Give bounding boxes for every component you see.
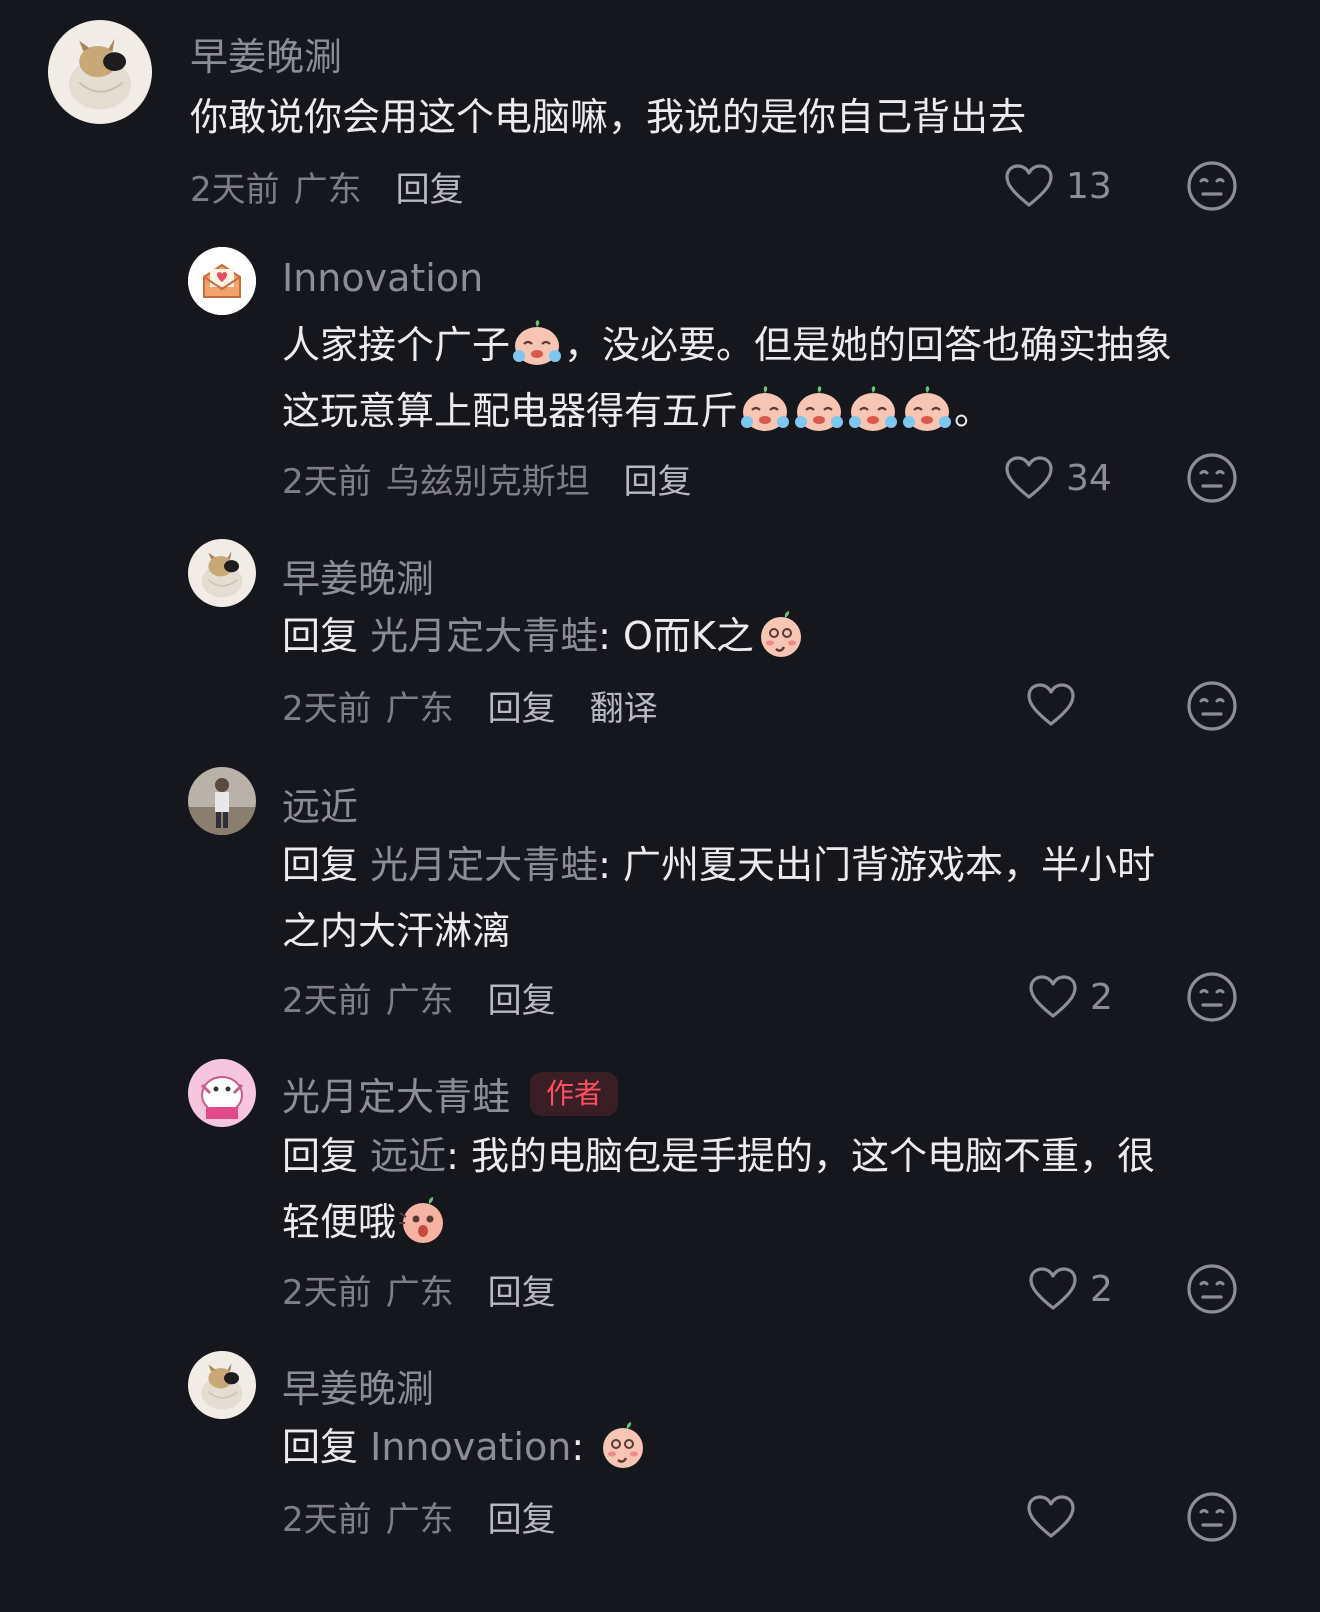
heart-icon <box>1028 1266 1078 1312</box>
shy-emoji-icon <box>596 1420 650 1470</box>
heart-icon <box>1026 682 1076 728</box>
comment-text: 你敢说你会用这个电脑嘛，我说的是你自己背出去 <box>190 84 1026 150</box>
comment-meta: 2天前 广东 回复 <box>282 973 556 1022</box>
comment-meta: 2天前 广东 回复 翻译 <box>282 681 658 730</box>
comment-text: 回复 光月定大青蛙: 广州夏天出门背游戏本，半小时 之内大汗淋漓 <box>282 832 1155 964</box>
comment-meta: 2天前 乌兹别克斯坦 回复 <box>282 454 692 503</box>
shocked-emoji-icon <box>396 1195 450 1245</box>
cartoon-avatar-icon <box>188 1059 256 1127</box>
dislike-button[interactable] <box>1186 680 1238 732</box>
comment-text-line: 轻便哦 <box>282 1189 1155 1255</box>
dislike-button[interactable] <box>1186 452 1238 504</box>
comment-text-line: 人家接个广子 ，没必要。但是她的回答也确实抽象 <box>282 312 1172 378</box>
reply-button[interactable]: 回复 <box>488 681 556 730</box>
meh-face-icon <box>1186 680 1238 732</box>
like-count: 2 <box>1090 976 1113 1018</box>
comment-location: 广东 <box>293 170 362 210</box>
comment-text-line: 之内大汗淋漓 <box>282 909 511 953</box>
comment-text-line: 回复 Innovation: <box>282 1414 650 1480</box>
comment-text: 回复 远近: 我的电脑包是手提的，这个电脑不重，很 轻便哦 <box>282 1123 1155 1255</box>
comment-location: 广东 <box>385 689 454 729</box>
comment-meta: 2天前 广东 回复 <box>282 1492 556 1541</box>
like-button[interactable]: 13 <box>1004 163 1112 209</box>
like-count: 13 <box>1066 165 1112 207</box>
heart-icon <box>1004 163 1054 209</box>
shy-emoji-icon <box>754 609 808 659</box>
comment-meta: 2天前 广东 回复 <box>282 1265 556 1314</box>
reply-target-link[interactable]: Innovation <box>370 1425 571 1469</box>
reply-target-link[interactable]: 远近 <box>370 1134 446 1178</box>
comment-location: 广东 <box>385 1500 454 1540</box>
heart-icon <box>1026 1494 1076 1540</box>
heart-icon <box>1004 455 1054 501</box>
crying-emoji-icon <box>738 384 792 434</box>
comment-location: 广东 <box>385 1273 454 1313</box>
crying-emoji-icon <box>792 384 846 434</box>
username[interactable]: 早姜晚涮 <box>190 26 342 81</box>
reply-button[interactable]: 回复 <box>488 1265 556 1314</box>
user-avatar[interactable] <box>48 20 152 124</box>
reply-target-link[interactable]: 光月定大青蛙 <box>370 843 598 887</box>
heart-icon <box>1028 974 1078 1020</box>
reply-button[interactable]: 回复 <box>488 1492 556 1541</box>
user-avatar[interactable] <box>188 247 256 315</box>
username[interactable]: 早姜晚涮 <box>282 1358 434 1413</box>
dog-avatar-icon <box>188 1351 256 1419</box>
user-avatar[interactable] <box>188 539 256 607</box>
author-badge: 作者 <box>530 1071 619 1116</box>
comment-time: 2天前 <box>282 1500 372 1540</box>
dislike-button[interactable] <box>1186 971 1238 1023</box>
reply-button[interactable]: 回复 <box>624 454 692 503</box>
comment-text: 人家接个广子 ，没必要。但是她的回答也确实抽象 这玩意算上配电器得有五斤。 <box>282 312 1172 444</box>
meh-face-icon <box>1186 1491 1238 1543</box>
meh-face-icon <box>1186 971 1238 1023</box>
comment-time: 2天前 <box>282 689 372 729</box>
dislike-button[interactable] <box>1186 160 1238 212</box>
username[interactable]: Innovation <box>282 256 483 300</box>
person-avatar-icon <box>188 767 256 835</box>
comment-time: 2天前 <box>282 1273 372 1313</box>
dog-avatar-icon <box>48 20 152 124</box>
crying-emoji-icon <box>900 384 954 434</box>
like-button[interactable] <box>1026 682 1076 728</box>
comment-time: 2天前 <box>190 170 280 210</box>
comment-text-line: 回复 光月定大青蛙: O而K之 <box>282 603 808 669</box>
like-count: 2 <box>1090 1268 1113 1310</box>
like-button[interactable] <box>1026 1494 1076 1540</box>
dislike-button[interactable] <box>1186 1491 1238 1543</box>
reply-target-link[interactable]: 光月定大青蛙 <box>370 614 598 658</box>
comment-location: 乌兹别克斯坦 <box>385 462 590 502</box>
comment-meta: 2天前 广东 回复 <box>190 162 464 211</box>
comment-time: 2天前 <box>282 462 372 502</box>
comment-text: 回复 光月定大青蛙: O而K之 <box>282 603 808 669</box>
comment-text-line: 回复 光月定大青蛙: 广州夏天出门背游戏本，半小时 <box>282 843 1156 887</box>
like-button[interactable]: 2 <box>1028 1266 1113 1312</box>
like-count: 34 <box>1066 457 1112 499</box>
comment-location: 广东 <box>385 981 454 1021</box>
username[interactable]: 远近 <box>282 776 358 831</box>
dislike-button[interactable] <box>1186 1263 1238 1315</box>
comment-text-line: 回复 远近: 我的电脑包是手提的，这个电脑不重，很 <box>282 1134 1156 1178</box>
user-avatar[interactable] <box>188 1059 256 1127</box>
crying-emoji-icon <box>510 318 564 368</box>
translate-button[interactable]: 翻译 <box>590 681 658 730</box>
like-button[interactable]: 34 <box>1004 455 1112 501</box>
user-avatar[interactable] <box>188 767 256 835</box>
reply-button[interactable]: 回复 <box>488 973 556 1022</box>
user-avatar[interactable] <box>188 1351 256 1419</box>
comment-text: 回复 Innovation: <box>282 1414 650 1480</box>
meh-face-icon <box>1186 160 1238 212</box>
crying-emoji-icon <box>846 384 900 434</box>
meh-face-icon <box>1186 1263 1238 1315</box>
dog-avatar-icon <box>188 539 256 607</box>
comment-time: 2天前 <box>282 981 372 1021</box>
username[interactable]: 光月定大青蛙 作者 <box>282 1066 619 1121</box>
reply-button[interactable]: 回复 <box>396 162 464 211</box>
meh-face-icon <box>1186 452 1238 504</box>
mail-heart-icon <box>188 247 256 315</box>
like-button[interactable]: 2 <box>1028 974 1113 1020</box>
comment-text-line: 你敢说你会用这个电脑嘛，我说的是你自己背出去 <box>190 95 1027 139</box>
comment-text-line: 这玩意算上配电器得有五斤。 <box>282 378 1172 444</box>
username[interactable]: 早姜晚涮 <box>282 548 434 603</box>
